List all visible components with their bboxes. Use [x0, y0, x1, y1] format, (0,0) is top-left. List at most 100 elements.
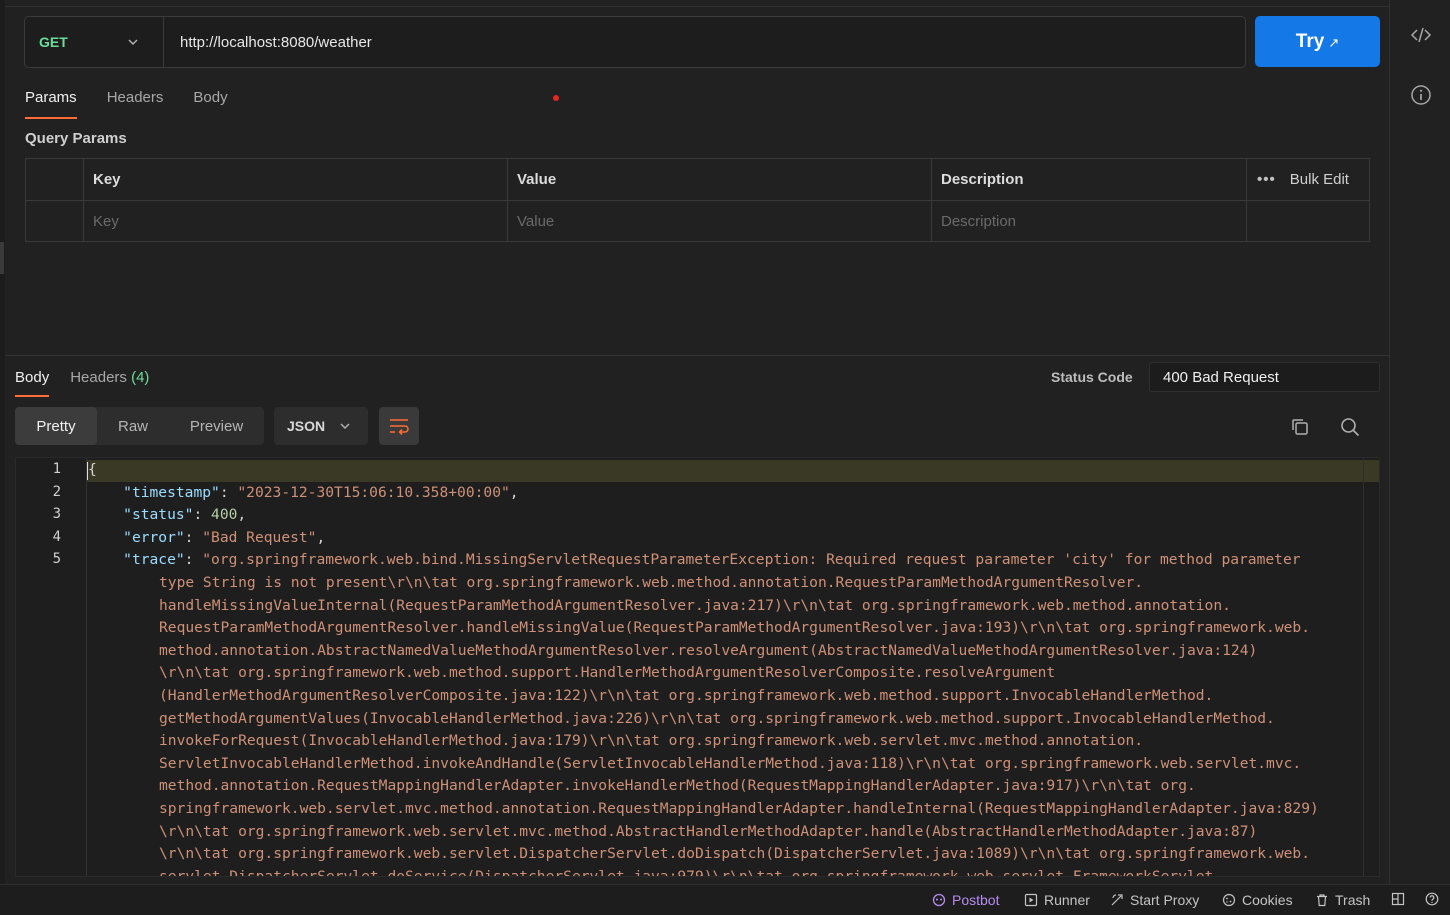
wrapped-trace-line: springframework.web.servlet.mvc.method.a… — [159, 799, 1319, 817]
start-proxy-button[interactable]: Start Proxy — [1110, 892, 1199, 908]
trash-button[interactable]: Trash — [1315, 892, 1370, 908]
cookies-button[interactable]: Cookies — [1222, 892, 1293, 908]
more-options-icon[interactable]: ••• — [1257, 171, 1276, 188]
line-number: 1 — [52, 461, 61, 477]
runner-icon — [1024, 893, 1038, 907]
code-line: "timestamp": "2023-12-30T15:06:10.358+00… — [123, 483, 519, 501]
runner-button[interactable]: Runner — [1024, 892, 1090, 908]
json-number: 400 — [211, 506, 238, 524]
status-code-value: 400 Bad Request — [1149, 362, 1380, 392]
wrap-lines-icon — [390, 419, 409, 435]
wrapped-trace-line: \r\n\tat org.springframework.web.servlet… — [159, 845, 1310, 863]
description-input[interactable]: Description — [931, 201, 1246, 241]
postbot-icon — [932, 893, 946, 907]
code-line: "status": 400, — [123, 506, 247, 524]
json-string: "org.springframework.web.bind.MissingSer… — [202, 551, 1301, 569]
try-button[interactable]: Try ↗ — [1255, 16, 1380, 67]
request-tabs: Params Headers Body — [25, 85, 228, 119]
postbot-label: Postbot — [952, 892, 1000, 908]
response-body-editor[interactable]: 1 2 3 4 5 { "timestamp": "2023-12-30T15:… — [15, 457, 1380, 877]
vertical-scrollbar[interactable] — [1363, 458, 1379, 876]
code-line: "trace": "org.springframework.web.bind.M… — [123, 551, 1301, 569]
view-mode-segment: Pretty Raw Preview — [15, 407, 264, 445]
row-checkbox-cell — [26, 201, 83, 241]
status-bar: Postbot Runner Start Proxy Cookies Trash — [0, 884, 1450, 915]
method-select[interactable]: GET — [25, 17, 164, 67]
json-key: "timestamp" — [123, 483, 220, 501]
external-arrow-icon: ↗ — [1328, 35, 1340, 50]
wrapped-trace-line: ServletInvocableHandlerMethod.invokeAndH… — [159, 754, 1302, 772]
proxy-icon — [1111, 894, 1123, 906]
response-divider[interactable] — [5, 355, 1389, 356]
key-input[interactable]: Key — [83, 201, 507, 241]
json-string: "Bad Request" — [202, 528, 317, 546]
wrapped-trace-line: invokeForRequest(InvocableHandlerMethod.… — [159, 732, 1144, 750]
copy-icon[interactable] — [1289, 416, 1311, 438]
wrapped-trace-line: RequestParamMethodArgumentResolver.handl… — [159, 619, 1310, 637]
value-column-header: Value — [507, 159, 931, 200]
response-headers-label: Headers — [70, 369, 127, 386]
response-headers-count: (4) — [131, 369, 150, 386]
json-key: "error" — [123, 528, 185, 546]
right-sidebar — [1389, 0, 1450, 884]
format-select[interactable]: JSON — [274, 407, 368, 445]
row-actions-cell — [1246, 201, 1369, 241]
response-tab-body[interactable]: Body — [15, 365, 50, 397]
cookie-icon — [1222, 893, 1236, 907]
word-wrap-button[interactable] — [379, 407, 419, 445]
sidebar-resize-handle[interactable] — [0, 242, 4, 274]
layout-toggle-button[interactable] — [1391, 892, 1405, 906]
key-column-header: Key — [83, 159, 507, 200]
status-code-label: Status Code — [1051, 369, 1133, 385]
code-icon[interactable] — [1410, 24, 1432, 46]
tab-body[interactable]: Body — [193, 85, 227, 119]
wrapped-trace-line: method.annotation.AbstractNamedValueMeth… — [159, 641, 1258, 659]
search-icon[interactable] — [1339, 416, 1361, 438]
trash-icon — [1317, 894, 1327, 907]
description-column-header: Description — [931, 159, 1246, 200]
params-header-row: Key Value Description ••• Bulk Edit — [26, 159, 1369, 200]
json-brace: { — [88, 461, 97, 478]
postbot-button[interactable]: Postbot — [932, 892, 999, 908]
try-button-label: Try — [1295, 30, 1325, 52]
wrapped-trace-line: \r\n\tat org.springframework.web.method.… — [159, 664, 1056, 682]
request-panel: GET Try ↗ Params Headers Body Query Para… — [5, 6, 1389, 884]
cookies-label: Cookies — [1242, 892, 1293, 908]
checkbox-column-header — [26, 159, 83, 200]
start-proxy-label: Start Proxy — [1130, 892, 1200, 908]
help-button[interactable] — [1425, 892, 1439, 906]
params-empty-row: Key Value Description — [26, 200, 1369, 241]
tab-headers[interactable]: Headers — [107, 85, 164, 119]
view-pretty-button[interactable]: Pretty — [15, 407, 97, 445]
wrapped-trace-line: handleMissingValueInternal(RequestParamM… — [159, 596, 1231, 614]
help-icon — [1425, 892, 1439, 906]
wrapped-trace-line: servlet.DispatcherServlet.doService(Disp… — [159, 867, 1223, 877]
wrapped-trace-line: method.annotation.RequestMappingHandlerA… — [159, 777, 1196, 795]
runner-label: Runner — [1044, 892, 1090, 908]
chevron-down-icon — [128, 39, 138, 46]
response-tabs: Body Headers (4) — [15, 365, 149, 397]
code-line: "error": "Bad Request", — [123, 528, 326, 546]
line-number: 2 — [52, 484, 61, 500]
json-key: "trace" — [123, 551, 185, 569]
params-table: Key Value Description ••• Bulk Edit Key … — [25, 158, 1370, 242]
line-number: 5 — [52, 551, 61, 567]
bulk-edit-cell: ••• Bulk Edit — [1246, 159, 1369, 200]
chevron-down-icon — [340, 423, 350, 430]
json-key: "status" — [123, 506, 194, 524]
wrapped-trace-line: getMethodArgumentValues(InvocableHandler… — [159, 709, 1275, 727]
line-number: 4 — [52, 529, 61, 545]
bulk-edit-button[interactable]: Bulk Edit — [1290, 171, 1349, 188]
url-input[interactable] — [164, 17, 1245, 67]
query-params-title: Query Params — [25, 130, 127, 147]
response-tab-headers[interactable]: Headers (4) — [70, 365, 149, 397]
value-input[interactable]: Value — [507, 201, 931, 241]
view-preview-button[interactable]: Preview — [169, 407, 264, 445]
code-lines: { "timestamp": "2023-12-30T15:06:10.358+… — [88, 459, 1363, 877]
format-label: JSON — [287, 418, 326, 434]
view-raw-button[interactable]: Raw — [97, 407, 169, 445]
tab-params[interactable]: Params — [25, 85, 77, 119]
two-pane-icon — [1391, 892, 1405, 906]
trash-label: Trash — [1335, 892, 1371, 908]
info-icon[interactable] — [1410, 84, 1432, 106]
